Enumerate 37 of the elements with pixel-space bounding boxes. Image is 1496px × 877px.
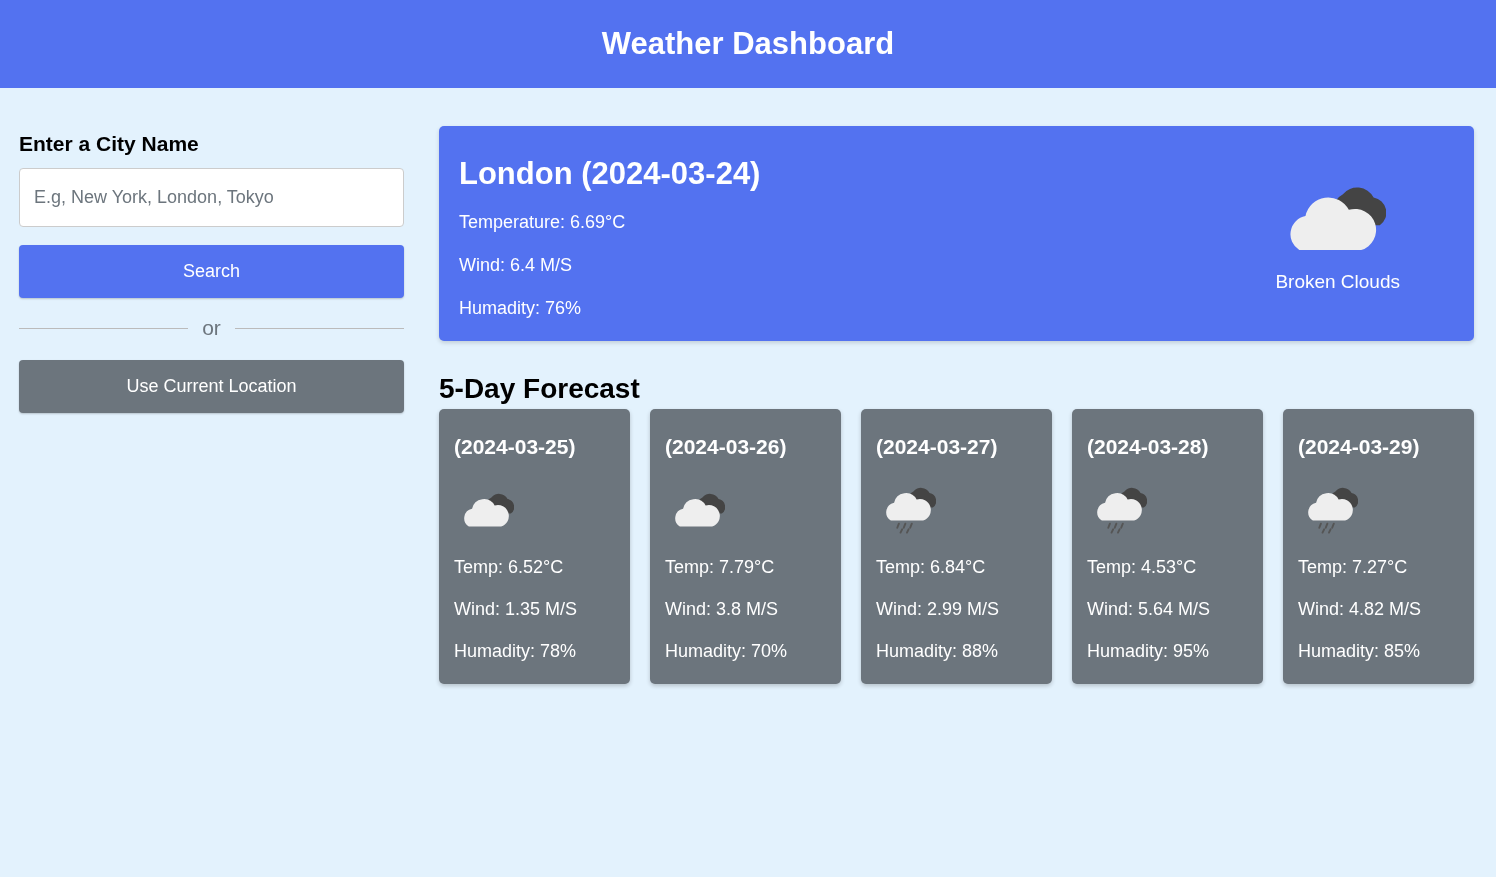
forecast-detail: Humadity: 88%	[876, 641, 1000, 662]
forecast-detail: Temp: 7.79°C	[665, 557, 776, 578]
use-current-location-button[interactable]: Use Current Location	[19, 360, 404, 413]
forecast-title: 5-Day Forecast	[439, 373, 641, 405]
forecast-detail: Wind: 5.64 M/S	[1087, 599, 1212, 620]
city-input-field[interactable]: E.g, New York, London, Tokyo	[19, 168, 404, 227]
weather-description: Broken Clouds	[1275, 271, 1400, 294]
forecast-detail: Humadity: 85%	[1298, 641, 1422, 662]
page-title: Weather Dashboard	[601, 26, 895, 62]
cloud-icon	[464, 491, 514, 529]
forecast-detail: Humadity: 78%	[454, 641, 578, 662]
forecast-detail: Temp: 4.53°C	[1087, 557, 1198, 578]
forecast-detail: Temp: 7.27°C	[1298, 557, 1409, 578]
city-title: London (2024-03-24)	[459, 156, 761, 192]
rain-cloud-icon	[1308, 485, 1358, 535]
city-label: Enter a City Name	[19, 132, 200, 156]
forecast-detail: Temp: 6.84°C	[876, 557, 987, 578]
divider-text: or	[202, 316, 221, 340]
forecast-date: (2024-03-29)	[1298, 435, 1421, 459]
weather-detail: Temperature: 6.69°C	[459, 212, 627, 233]
forecast-detail: Humadity: 70%	[665, 641, 789, 662]
forecast-date: (2024-03-27)	[876, 435, 999, 459]
forecast-detail: Temp: 6.52°C	[454, 557, 565, 578]
forecast-detail: Humadity: 95%	[1087, 641, 1211, 662]
rain-cloud-icon	[1097, 485, 1147, 535]
forecast-date: (2024-03-25)	[454, 435, 577, 459]
cloud-icon	[675, 491, 725, 529]
forecast-date: (2024-03-28)	[1087, 435, 1210, 459]
forecast-detail: Wind: 1.35 M/S	[454, 599, 579, 620]
weather-detail: Humadity: 76%	[459, 298, 583, 319]
forecast-detail: Wind: 3.8 M/S	[665, 599, 780, 620]
search-button[interactable]: Search	[19, 245, 404, 298]
forecast-detail: Wind: 4.82 M/S	[1298, 599, 1423, 620]
forecast-detail: Wind: 2.99 M/S	[876, 599, 1001, 620]
rain-cloud-icon	[886, 485, 936, 535]
forecast-date: (2024-03-26)	[665, 435, 788, 459]
weather-detail: Wind: 6.4 M/S	[459, 255, 574, 276]
